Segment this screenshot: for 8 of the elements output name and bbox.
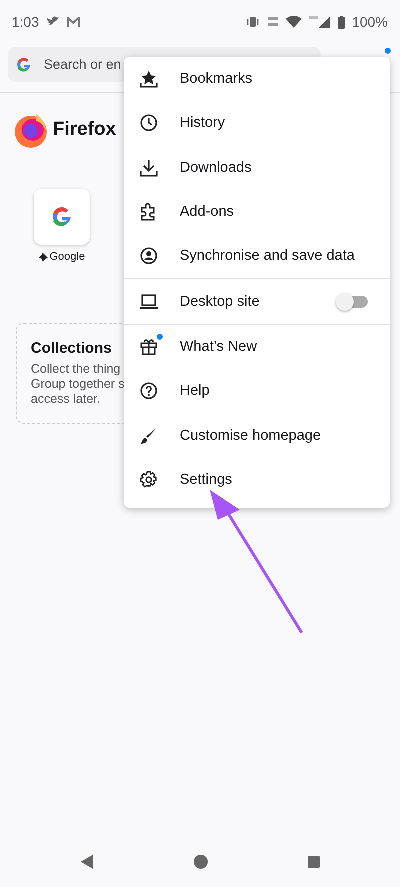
battery-level: 100% <box>352 14 388 30</box>
collections-text: Group together s <box>31 377 125 392</box>
status-time: 1:03 <box>12 14 40 30</box>
collections-text: access later. <box>31 392 100 407</box>
collections-title: Collections <box>31 340 112 357</box>
app-name: Firefox <box>53 119 116 141</box>
shortcut-label: Google <box>50 251 86 263</box>
collections-text: Collect the thing <box>31 362 121 377</box>
